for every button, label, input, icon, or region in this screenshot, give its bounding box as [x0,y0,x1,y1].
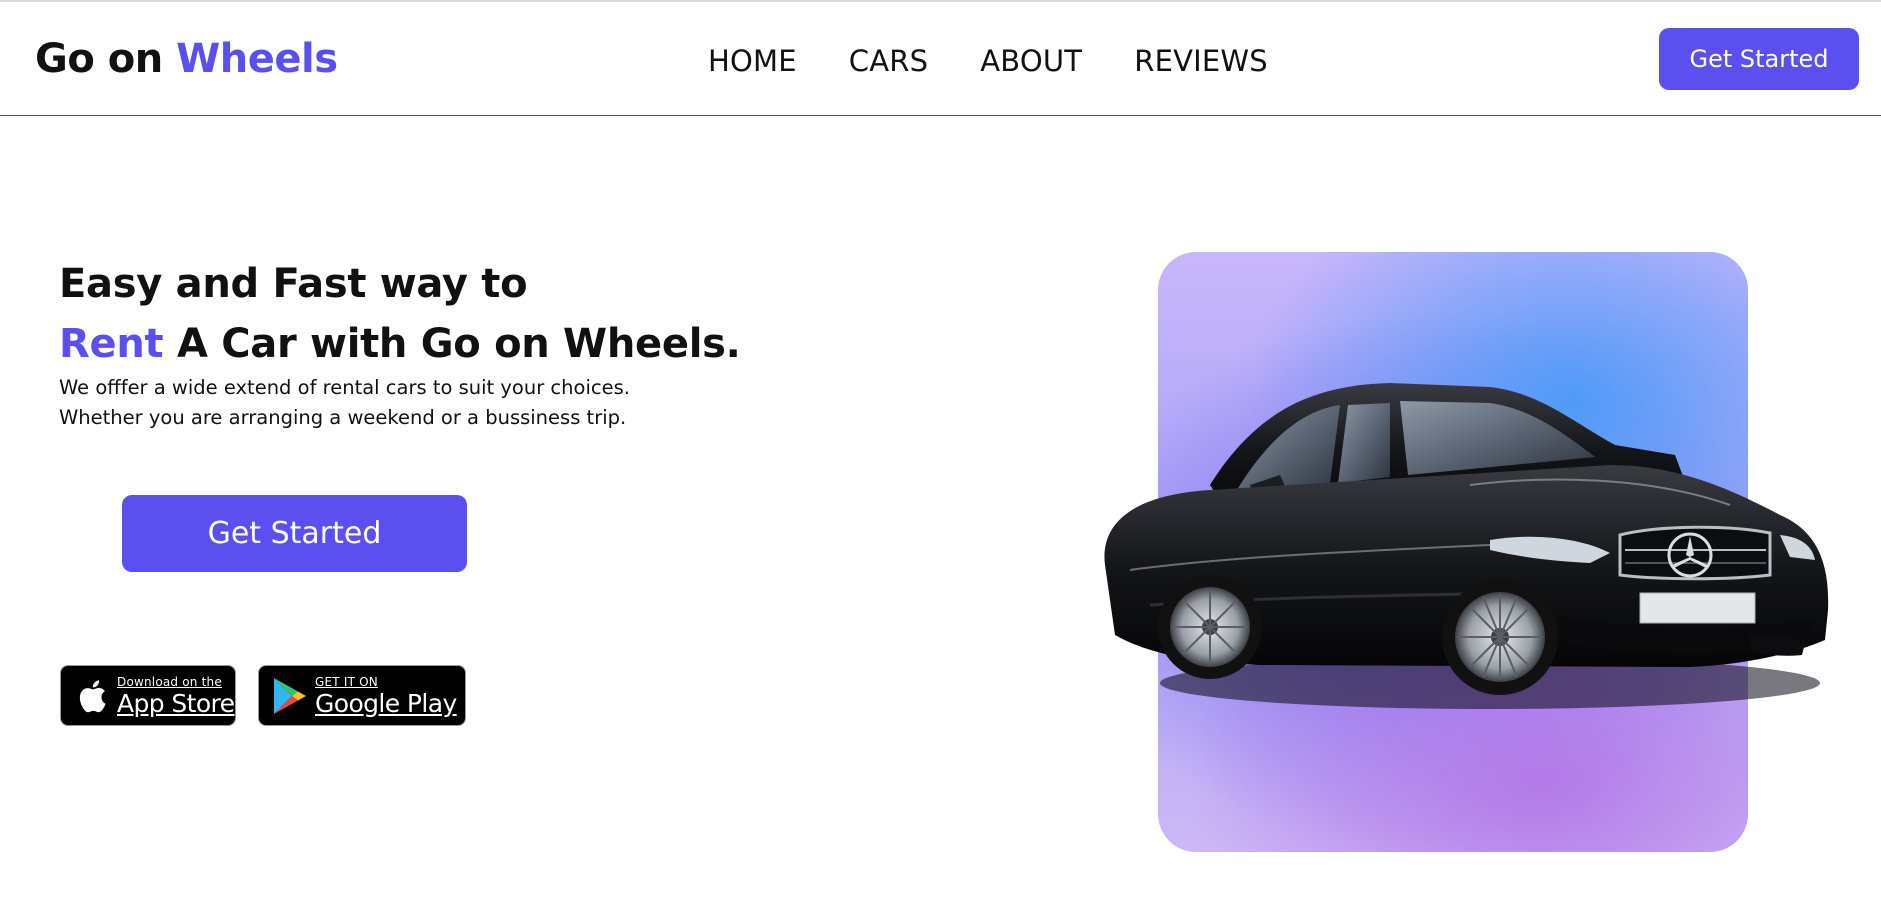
hero-get-started-button[interactable]: Get Started [122,495,467,572]
main-nav: HOME CARS ABOUT REVIEWS [708,44,1268,78]
hero-subtitle-line1: We offfer a wide extend of rental cars t… [59,376,630,399]
navbar: Go on Wheels HOME CARS ABOUT REVIEWS Get… [0,2,1881,116]
google-play-badge[interactable]: GET IT ON Google Play [258,665,466,726]
nav-get-started-button[interactable]: Get Started [1659,28,1859,90]
brand-name-part2: Wheels [176,36,338,82]
google-play-icon [271,677,309,715]
brand-logo[interactable]: Go on Wheels [35,36,338,82]
nav-cars[interactable]: CARS [849,44,928,78]
nav-about[interactable]: ABOUT [980,44,1082,78]
app-store-big-text: App Store [117,688,235,718]
app-store-small-text: Download on the [117,674,222,689]
hero-title-accent: Rent [59,321,164,367]
nav-reviews[interactable]: REVIEWS [1134,44,1268,78]
hero-title-line1: Easy and Fast way to [59,261,528,307]
app-store-text: Download on the App Store [117,674,235,718]
google-play-big-text: Google Play [315,688,457,718]
apple-icon [73,677,111,715]
brand-name-part1: Go on [35,36,163,82]
hero-subtitle: We offfer a wide extend of rental cars t… [59,373,699,433]
hero-title-line2: A Car with Go on Wheels. [176,321,741,367]
google-play-text: GET IT ON Google Play [315,676,457,716]
nav-home[interactable]: HOME [708,44,797,78]
hero-title: Easy and Fast way to Rent A Car with Go … [59,254,741,374]
google-play-small-text: GET IT ON [315,674,378,689]
hero-subtitle-line2: Whether you are arranging a weekend or a… [59,406,627,429]
car-image [1104,383,1829,709]
app-store-badge[interactable]: Download on the App Store [60,665,236,726]
